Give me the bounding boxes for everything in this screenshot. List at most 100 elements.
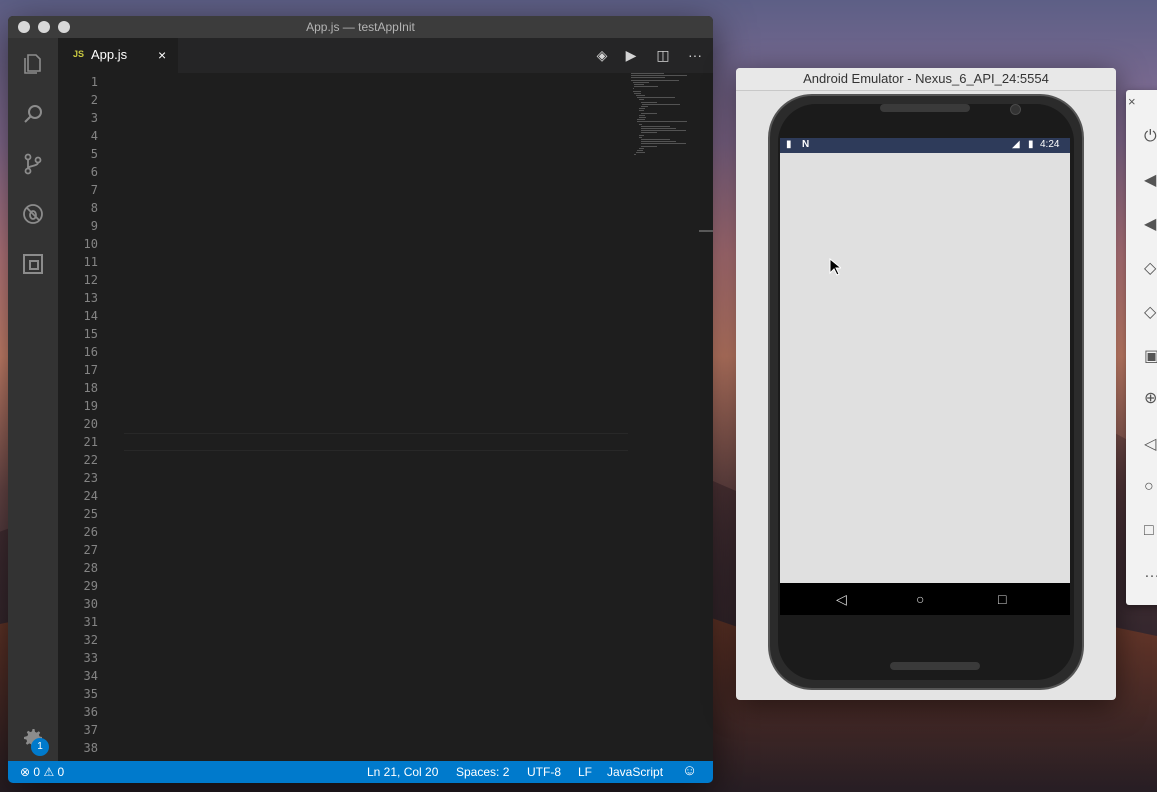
minimap-line — [634, 84, 644, 85]
run-icon[interactable]: ▶ — [622, 46, 640, 64]
source-control-icon[interactable] — [21, 152, 45, 176]
bottom-speaker — [890, 662, 980, 670]
minimap-line — [637, 119, 645, 121]
minimap-line — [632, 81, 649, 83]
recents-nav-icon[interactable]: □ — [998, 591, 1006, 607]
minimap-line — [639, 108, 645, 110]
tab-app-js[interactable]: JS App.js × — [58, 38, 178, 73]
top-speaker — [880, 104, 970, 112]
android-status-bar: ▮ N ◢ ▮ 4:24 — [780, 138, 1070, 153]
minimap-line — [632, 88, 634, 90]
line-number: 7 — [90, 183, 98, 197]
editor-tab-bar: JS App.js × ◈ ▶ ◫ ··· — [58, 38, 713, 73]
emulator-title: Android Emulator - Nexus_6_API_24:5554 — [736, 68, 1116, 91]
line-number: 36 — [83, 705, 98, 719]
problems-indicator[interactable]: ⊗ 0 ⚠ 0 — [20, 765, 64, 779]
minimap-line — [635, 95, 645, 96]
minimize-window-button[interactable] — [38, 21, 50, 33]
line-number: 18 — [83, 381, 98, 395]
sd-card-icon: ▮ — [786, 139, 792, 150]
minimap-line — [631, 75, 687, 77]
line-number: 11 — [83, 255, 98, 269]
explorer-icon[interactable] — [21, 52, 45, 76]
zoom-icon[interactable]: ⊕ — [1144, 388, 1157, 408]
zoom-window-button[interactable] — [58, 21, 70, 33]
minimap-line — [637, 97, 675, 99]
line-number: 5 — [90, 147, 98, 161]
line-number: 10 — [83, 237, 98, 251]
overview-icon[interactable]: □ — [1144, 522, 1154, 540]
window-titlebar: App.js — testAppInit — [8, 16, 713, 38]
more-options-icon[interactable]: … — [1144, 564, 1157, 582]
line-number: 2 — [90, 93, 98, 107]
language-mode[interactable]: JavaScript — [607, 765, 663, 779]
open-changes-icon[interactable]: ◈ — [593, 46, 611, 64]
more-actions-icon[interactable]: ··· — [686, 46, 704, 64]
back-nav-icon[interactable]: ◁ — [836, 591, 847, 608]
power-icon[interactable]: ⏻ — [1144, 128, 1157, 146]
split-editor-icon[interactable]: ◫ — [654, 46, 672, 64]
minimap-line — [640, 141, 676, 143]
minimap-line — [640, 112, 658, 114]
file-encoding[interactable]: UTF-8 — [527, 765, 561, 779]
notification-icon: N — [802, 139, 810, 150]
search-icon[interactable] — [21, 102, 45, 126]
vertical-scrollbar[interactable] — [699, 73, 713, 761]
minimap-line — [642, 103, 680, 105]
minimap-line — [635, 152, 646, 154]
feedback-smiley-icon[interactable]: ☺ — [682, 762, 697, 779]
tab-filename: App.js — [91, 47, 128, 62]
settings-badge: 1 — [31, 738, 49, 756]
minimap-line — [634, 92, 641, 94]
end-of-line[interactable]: LF — [578, 765, 592, 779]
cursor-position[interactable]: Ln 21, Col 20 — [367, 765, 438, 779]
emulator-side-toolbar: × ⏻ ◀ ◀ ◇ ◇ ▣ ⊕ ◁ ○ □ … — [1126, 90, 1157, 605]
minimap-line — [640, 101, 657, 103]
minimap[interactable] — [631, 73, 701, 183]
line-number: 31 — [83, 615, 98, 629]
scrollbar-thumb[interactable] — [699, 230, 713, 232]
volume-up-icon[interactable]: ◀ — [1144, 170, 1156, 190]
back-icon[interactable]: ◁ — [1144, 434, 1156, 454]
line-number: 24 — [83, 489, 98, 503]
minimap-line — [639, 147, 644, 149]
close-tab-icon[interactable]: × — [158, 47, 166, 63]
close-window-button[interactable] — [18, 21, 30, 33]
volume-down-icon[interactable]: ◀ — [1144, 214, 1156, 234]
device-screen[interactable]: ▮ N ◢ ▮ 4:24 ◁ ○ □ — [780, 138, 1070, 615]
error-icon: ⊗ — [20, 765, 31, 779]
minimap-line — [640, 130, 687, 132]
line-number: 34 — [83, 669, 98, 683]
minimap-line — [639, 136, 643, 138]
minimap-line — [640, 132, 657, 134]
minimap-line — [631, 77, 665, 79]
screenshot-icon[interactable]: ▣ — [1144, 346, 1157, 366]
line-number: 17 — [83, 363, 98, 377]
code-editor[interactable]: 1 2 3 4 5 6 7 8 9 10 11 12 13 14 15 16 17 18 19 20 21 22 23 24 2… — [58, 73, 713, 761]
line-number: 3 — [90, 111, 98, 125]
rotate-right-icon[interactable]: ◇ — [1144, 302, 1156, 322]
minimap-line — [631, 79, 679, 81]
line-number: 22 — [83, 453, 98, 467]
warning-icon: ⚠ — [43, 765, 55, 779]
android-emulator-window: Android Emulator - Nexus_6_API_24:5554 ▮… — [736, 68, 1116, 700]
minimap-line — [639, 114, 645, 116]
line-number: 6 — [90, 165, 98, 179]
line-number: 26 — [83, 525, 98, 539]
line-number: 35 — [83, 687, 98, 701]
indentation[interactable]: Spaces: 2 — [456, 765, 509, 779]
close-emulator-icon[interactable]: × — [1128, 94, 1136, 109]
line-number: 27 — [83, 543, 98, 557]
home-icon[interactable]: ○ — [1144, 478, 1154, 496]
vscode-window: App.js — testAppInit 1 JS App.js × ◈ ▶ ◫… — [8, 16, 713, 783]
home-nav-icon[interactable]: ○ — [916, 591, 924, 607]
extensions-icon[interactable] — [21, 252, 45, 276]
minimap-line — [634, 86, 659, 88]
minimap-line — [640, 145, 657, 147]
minimap-line — [637, 150, 643, 151]
minimap-line — [640, 125, 671, 127]
debug-icon[interactable] — [21, 202, 45, 226]
rotate-left-icon[interactable]: ◇ — [1144, 258, 1156, 278]
minimap-line — [640, 143, 687, 145]
window-title: App.js — testAppInit — [306, 20, 415, 34]
